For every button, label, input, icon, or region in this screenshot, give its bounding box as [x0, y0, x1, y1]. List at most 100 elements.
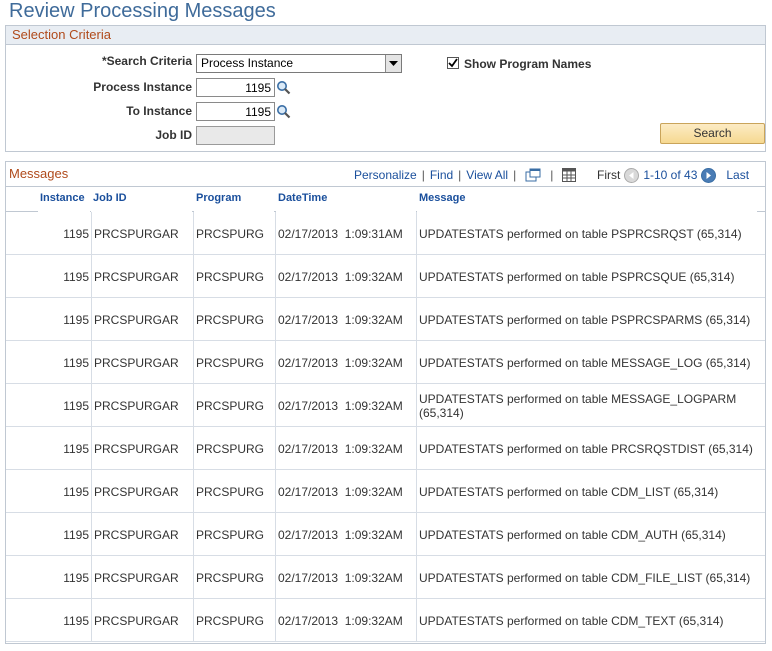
cell-job-id: PRCSPURGAR — [92, 556, 194, 599]
lookup-icon[interactable] — [276, 80, 292, 96]
cell-datetime: 02/17/2013 1:09:31AM — [276, 212, 417, 255]
column-header-datetime[interactable]: DateTime — [276, 187, 416, 212]
job-id-label: Job ID — [155, 128, 192, 142]
process-instance-label: Process Instance — [93, 80, 192, 94]
cell-program: PRCSPURG — [194, 341, 276, 384]
selection-criteria-header: Selection Criteria — [6, 26, 765, 45]
page-range: 1-10 of 43 — [643, 168, 698, 182]
cell-datetime: 02/17/2013 1:09:32AM — [276, 599, 417, 642]
table-row: 1195 PRCSPURGAR PRCSPURG 02/17/2013 1:09:32… — [6, 298, 765, 341]
table-row: 1195 PRCSPURGAR PRCSPURG 02/17/2013 1:09:32… — [6, 513, 765, 556]
cell-message: UPDATESTATS performed on table CDM_FILE_… — [419, 570, 751, 585]
show-program-names-label: Show Program Names — [464, 57, 592, 71]
separator: | — [421, 168, 425, 182]
cell-program: PRCSPURG — [194, 427, 276, 470]
cell-message: UPDATESTATS performed on table CDM_LIST … — [419, 484, 719, 499]
cell-instance: 1195 — [6, 470, 92, 513]
cell-job-id: PRCSPURGAR — [92, 212, 194, 255]
cell-program: PRCSPURG — [194, 212, 276, 255]
process-instance-input[interactable] — [196, 78, 275, 97]
cell-instance: 1195 — [6, 513, 92, 556]
cell-message: UPDATESTATS performed on table PSPRCSPAR… — [419, 312, 751, 327]
separator: | — [513, 168, 517, 182]
table-row: 1195 PRCSPURGAR PRCSPURG 02/17/2013 1:09:32… — [6, 556, 765, 599]
grid-toolbar: Personalize | Find | View All | | — [354, 168, 582, 182]
cell-datetime: 02/17/2013 1:09:32AM — [276, 341, 417, 384]
table-row: 1195 PRCSPURGAR PRCSPURG 02/17/2013 1:09:32… — [6, 384, 765, 427]
previous-page-icon[interactable] — [624, 167, 640, 183]
cell-instance: 1195 — [6, 599, 92, 642]
cell-job-id: PRCSPURGAR — [92, 427, 194, 470]
search-criteria-value: Process Instance — [201, 56, 294, 70]
cell-message: UPDATESTATS performed on table CDM_TEXT … — [419, 613, 724, 628]
find-link[interactable]: Find — [430, 168, 453, 182]
search-criteria-select[interactable]: Process Instance — [196, 54, 402, 73]
cell-program: PRCSPURG — [194, 513, 276, 556]
cell-job-id: PRCSPURGAR — [92, 255, 194, 298]
table-row: 1195 PRCSPURGAR PRCSPURG 02/17/2013 1:09:32… — [6, 427, 765, 470]
grid-header: Messages Personalize | Find | View All |… — [6, 162, 765, 187]
cell-instance: 1195 — [6, 556, 92, 599]
cell-instance: 1195 — [6, 427, 92, 470]
cell-datetime: 02/17/2013 1:09:32AM — [276, 513, 417, 556]
next-page-icon[interactable] — [701, 167, 717, 183]
column-header-message[interactable]: Message — [417, 187, 757, 212]
cell-instance: 1195 — [6, 212, 92, 255]
search-criteria-label: *Search Criteria — [101, 54, 192, 68]
page-title: Review Processing Messages — [9, 0, 276, 22]
column-header-instance[interactable]: Instance — [38, 187, 90, 212]
separator: | — [550, 168, 554, 182]
personalize-link[interactable]: Personalize — [354, 168, 417, 182]
cell-program: PRCSPURG — [194, 470, 276, 513]
cell-datetime: 02/17/2013 1:09:32AM — [276, 384, 417, 427]
cell-program: PRCSPURG — [194, 298, 276, 341]
table-row: 1195 PRCSPURGAR PRCSPURG 02/17/2013 1:09:32… — [6, 599, 765, 642]
cell-instance: 1195 — [6, 255, 92, 298]
cell-instance: 1195 — [6, 384, 92, 427]
cell-datetime: 02/17/2013 1:09:32AM — [276, 470, 417, 513]
table-row: 1195 PRCSPURGAR PRCSPURG 02/17/2013 1:09:32… — [6, 341, 765, 384]
cell-instance: 1195 — [6, 341, 92, 384]
grid-title: Messages — [9, 166, 69, 181]
cell-datetime: 02/17/2013 1:09:32AM — [276, 556, 417, 599]
cell-message: UPDATESTATS performed on table PRCSRQSTD… — [419, 441, 753, 456]
table-row: 1195 PRCSPURGAR PRCSPURG 02/17/2013 1:09:32… — [6, 255, 765, 298]
show-program-names-checkbox[interactable] — [447, 57, 459, 69]
cell-datetime: 02/17/2013 1:09:32AM — [276, 427, 417, 470]
view-all-link[interactable]: View All — [466, 168, 508, 182]
cell-program: PRCSPURG — [194, 556, 276, 599]
table-row: 1195 PRCSPURGAR PRCSPURG 02/17/2013 1:09:31… — [6, 212, 765, 255]
cell-message: UPDATESTATS performed on table MESSAGE_L… — [419, 355, 751, 370]
cell-job-id: PRCSPURGAR — [92, 341, 194, 384]
checkmark-icon — [448, 58, 458, 68]
download-spreadsheet-icon[interactable] — [562, 168, 578, 182]
cell-datetime: 02/17/2013 1:09:32AM — [276, 298, 417, 341]
last-link[interactable]: Last — [726, 168, 749, 182]
search-button[interactable]: Search — [660, 123, 765, 144]
messages-grid: Messages Personalize | Find | View All |… — [5, 161, 766, 644]
cell-job-id: PRCSPURGAR — [92, 384, 194, 427]
new-window-icon[interactable] — [525, 168, 541, 182]
column-header-program[interactable]: Program — [194, 187, 274, 212]
cell-instance: 1195 — [6, 298, 92, 341]
cell-datetime: 02/17/2013 1:09:32AM — [276, 255, 417, 298]
first-label: First — [597, 168, 621, 182]
cell-message: UPDATESTATS performed on table PSPRCSQUE… — [419, 269, 735, 284]
grid-pager: First 1-10 of 43 Last — [597, 165, 749, 185]
cell-program: PRCSPURG — [194, 384, 276, 427]
cell-program: PRCSPURG — [194, 255, 276, 298]
selection-criteria-panel: Selection Criteria *Search Criteria Proc… — [5, 25, 766, 152]
separator: | — [458, 168, 462, 182]
cell-program: PRCSPURG — [194, 599, 276, 642]
table-row: 1195 PRCSPURGAR PRCSPURG 02/17/2013 1:09:32… — [6, 470, 765, 513]
cell-message: UPDATESTATS performed on table MESSAGE_L… — [419, 391, 737, 420]
to-instance-input[interactable] — [196, 102, 275, 121]
cell-job-id: PRCSPURGAR — [92, 599, 194, 642]
cell-job-id: PRCSPURGAR — [92, 513, 194, 556]
chevron-down-icon[interactable] — [385, 55, 401, 72]
column-header-job-id[interactable]: Job ID — [91, 187, 192, 212]
cell-job-id: PRCSPURGAR — [92, 298, 194, 341]
lookup-icon[interactable] — [276, 104, 292, 120]
cell-message: UPDATESTATS performed on table PSPRCSRQS… — [419, 226, 742, 241]
cell-job-id: PRCSPURGAR — [92, 470, 194, 513]
